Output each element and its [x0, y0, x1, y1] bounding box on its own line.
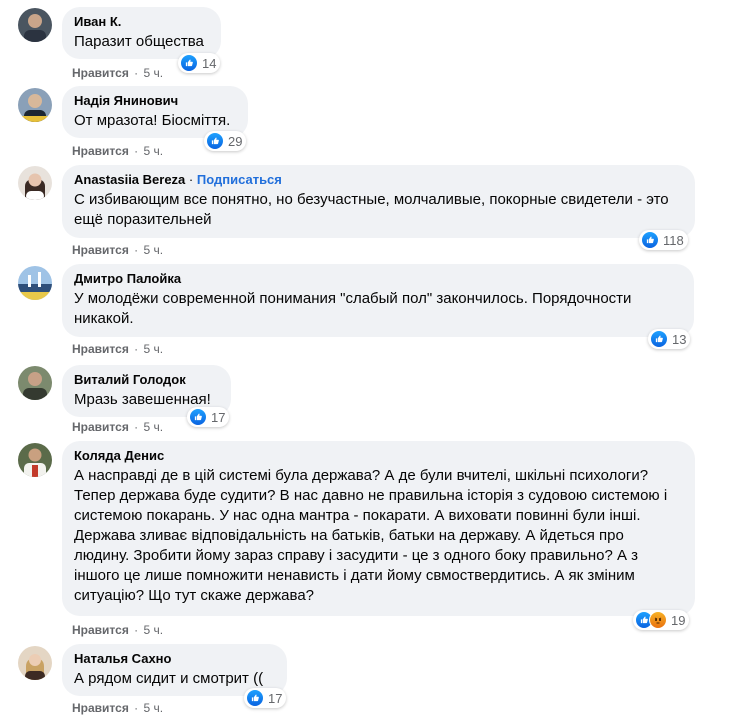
- comment-time[interactable]: 5 ч.: [144, 420, 164, 434]
- follow-button[interactable]: Подписаться: [197, 172, 282, 187]
- comment-author[interactable]: Виталий Голодок: [74, 372, 219, 388]
- reaction-summary[interactable]: 29: [204, 131, 247, 151]
- separator: ·: [134, 701, 139, 715]
- comment-actions: Нравится · 5 ч.: [72, 144, 163, 158]
- thumbs-up-icon: [206, 132, 224, 150]
- comment-author[interactable]: Надія Янинович: [74, 93, 236, 109]
- comment-text: А рядом сидит и смотрит ((: [74, 670, 264, 687]
- avatar[interactable]: [18, 266, 52, 300]
- separator: ·: [134, 623, 139, 637]
- comment-bubble: Коляда Денис А насправді де в цій систем…: [62, 441, 695, 616]
- comment-author[interactable]: Коляда Денис: [74, 448, 683, 464]
- avatar[interactable]: [18, 8, 52, 42]
- comment-header: Anastasiia Bereza · Подписаться: [74, 172, 683, 188]
- avatar[interactable]: [18, 88, 52, 122]
- reaction-summary[interactable]: 118: [639, 230, 688, 250]
- separator: ·: [134, 66, 139, 80]
- avatar[interactable]: [18, 366, 52, 400]
- comment-author[interactable]: Anastasiia Bereza: [74, 172, 185, 187]
- comment-actions: Нравится · 5 ч.: [72, 243, 163, 257]
- avatar[interactable]: [18, 646, 52, 680]
- comment-time[interactable]: 5 ч.: [144, 701, 164, 715]
- comment-actions: Нравится · 5 ч.: [72, 66, 163, 80]
- comment-bubble: Иван К. Паразит общества: [62, 7, 221, 59]
- reaction-count: 14: [202, 55, 217, 71]
- reaction-summary[interactable]: 13: [648, 329, 691, 349]
- like-button[interactable]: Нравится: [72, 623, 129, 637]
- comment-author[interactable]: Дмитро Палойка: [74, 271, 682, 287]
- reaction-count: 17: [268, 690, 283, 706]
- reaction-count: 29: [228, 133, 243, 149]
- comment-time[interactable]: 5 ч.: [144, 66, 164, 80]
- comment-actions: Нравится · 5 ч.: [72, 623, 163, 637]
- thumbs-up-icon: [650, 330, 668, 348]
- reaction-summary[interactable]: 17: [244, 688, 287, 708]
- comment-actions: Нравится · 5 ч.: [72, 701, 163, 715]
- comment-text: У молодёжи современной понимания "слабый…: [74, 290, 632, 327]
- separator: ·: [134, 144, 139, 158]
- separator: ·: [134, 243, 139, 257]
- comment-time[interactable]: 5 ч.: [144, 623, 164, 637]
- like-button[interactable]: Нравится: [72, 420, 129, 434]
- reaction-count: 118: [663, 232, 684, 248]
- comment-time[interactable]: 5 ч.: [144, 243, 164, 257]
- like-button[interactable]: Нравится: [72, 342, 129, 356]
- reaction-count: 19: [671, 612, 686, 628]
- thumbs-up-icon: [246, 689, 264, 707]
- separator: ·: [134, 342, 139, 356]
- avatar[interactable]: [18, 166, 52, 200]
- thumbs-up-icon: [641, 231, 659, 249]
- reaction-summary[interactable]: 19: [633, 610, 690, 630]
- comment-actions: Нравится · 5 ч.: [72, 342, 163, 356]
- angry-face-icon: [649, 611, 667, 629]
- comment-time[interactable]: 5 ч.: [144, 144, 164, 158]
- reaction-summary[interactable]: 14: [178, 53, 221, 73]
- comment-actions: Нравится · 5 ч.: [72, 420, 163, 434]
- comment-text: От мразота! Біосміття.: [74, 112, 231, 129]
- comment-bubble: Anastasiia Bereza · Подписаться С избива…: [62, 165, 695, 238]
- like-button[interactable]: Нравится: [72, 243, 129, 257]
- comment-bubble: Дмитро Палойка У молодёжи современной по…: [62, 264, 694, 337]
- reaction-summary[interactable]: 17: [187, 407, 230, 427]
- separator: ·: [188, 172, 194, 187]
- reaction-count: 17: [211, 409, 226, 425]
- comment-text: Паразит общества: [74, 33, 204, 50]
- thumbs-up-icon: [189, 408, 207, 426]
- comment-author[interactable]: Иван К.: [74, 14, 209, 30]
- avatar[interactable]: [18, 443, 52, 477]
- like-button[interactable]: Нравится: [72, 701, 129, 715]
- comment-text: А насправді де в цій системі була держав…: [74, 467, 668, 604]
- comment-text: С избивающим все понятно, но безучастные…: [74, 191, 669, 228]
- like-button[interactable]: Нравится: [72, 144, 129, 158]
- thumbs-up-icon: [180, 54, 198, 72]
- like-button[interactable]: Нравится: [72, 66, 129, 80]
- comment-time[interactable]: 5 ч.: [144, 342, 164, 356]
- reaction-count: 13: [672, 331, 687, 347]
- separator: ·: [134, 420, 139, 434]
- comment-author[interactable]: Наталья Сахно: [74, 651, 275, 667]
